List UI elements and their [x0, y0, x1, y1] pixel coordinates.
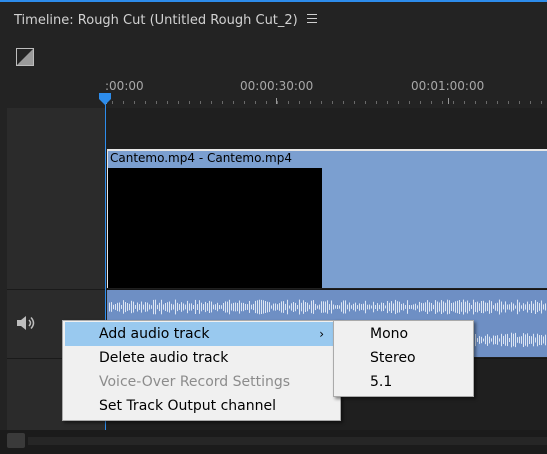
submenu-arrow-icon: ›	[319, 327, 324, 341]
ruler-tick	[486, 101, 487, 104]
ruler-tick	[167, 101, 168, 104]
ruler-tick	[321, 101, 322, 104]
ruler-tick	[200, 101, 201, 104]
ruler-tick	[453, 101, 454, 104]
ruler-tick	[409, 101, 410, 104]
ruler-tick	[189, 101, 190, 104]
ruler-tick	[508, 101, 509, 104]
menu-item-label: Voice-Over Record Settings	[99, 374, 291, 390]
ruler-tick	[431, 101, 432, 104]
ruler-tick	[420, 101, 421, 104]
ruler-tick	[134, 101, 135, 104]
ruler-major-tick	[448, 98, 449, 104]
ruler-tick	[277, 101, 278, 104]
menu-item-delete-audio-track[interactable]: Delete audio track	[65, 346, 336, 370]
ruler-tick	[376, 101, 377, 104]
ruler-tick	[442, 101, 443, 104]
ruler-tick	[255, 101, 256, 104]
ruler-tick	[233, 101, 234, 104]
snap-icon[interactable]	[16, 48, 34, 66]
ruler-label-30s: 00:00:30:00	[240, 79, 314, 93]
speaker-icon[interactable]	[15, 313, 37, 333]
ruler-tick	[244, 101, 245, 104]
ruler-tick	[299, 101, 300, 104]
clip-thumbnail	[108, 168, 322, 288]
menu-item-set-track-output[interactable]: Set Track Output channel	[65, 394, 336, 418]
menu-item-voice-over-settings[interactable]: Voice-Over Record Settings	[65, 370, 336, 394]
ruler-tick	[530, 101, 531, 104]
focus-indicator	[0, 0, 547, 2]
ruler-tick	[387, 101, 388, 104]
submenu-item-5-1[interactable]: 5.1	[336, 370, 469, 394]
ruler-tick	[541, 101, 542, 104]
menu-item-add-audio-track[interactable]: Add audio track ›	[65, 322, 336, 346]
hamburger-icon[interactable]	[307, 14, 317, 24]
ruler-tick	[123, 101, 124, 104]
ruler-tick	[266, 101, 267, 104]
ruler-tick	[497, 101, 498, 104]
ruler-tick	[145, 101, 146, 104]
submenu-item-stereo[interactable]: Stereo	[336, 346, 469, 370]
ruler-tick	[222, 101, 223, 104]
ruler-tick	[519, 101, 520, 104]
ruler-tick	[475, 101, 476, 104]
ruler-tick	[464, 101, 465, 104]
ruler-tick	[156, 101, 157, 104]
ruler-tick	[310, 101, 311, 104]
menu-item-label: Set Track Output channel	[99, 398, 277, 414]
add-audio-track-submenu: Mono Stereo 5.1	[333, 320, 474, 397]
scroll-track[interactable]	[28, 437, 547, 445]
menu-item-label: Delete audio track	[99, 350, 229, 366]
playhead-icon[interactable]	[98, 90, 112, 105]
track-context-menu: Add audio track › Delete audio track Voi…	[62, 320, 341, 421]
clip-label: Cantemo.mp4 - Cantemo.mp4	[110, 151, 292, 165]
ruler-tick	[211, 101, 212, 104]
ruler-tick	[178, 101, 179, 104]
ruler-label-1m: 00:01:00:00	[411, 79, 485, 93]
ruler-tick	[112, 101, 113, 104]
ruler-tick	[365, 101, 366, 104]
panel-title: Timeline: Rough Cut (Untitled Rough Cut_…	[14, 13, 298, 28]
menu-item-label: Add audio track	[99, 326, 210, 342]
scroll-handle[interactable]	[7, 433, 25, 448]
ruler-major-tick	[276, 98, 277, 104]
divider	[7, 289, 106, 290]
ruler-tick	[288, 101, 289, 104]
submenu-item-mono[interactable]: Mono	[336, 322, 469, 346]
ruler-tick	[343, 101, 344, 104]
ruler-tick	[332, 101, 333, 104]
ruler-tick	[398, 101, 399, 104]
ruler-tick	[354, 101, 355, 104]
